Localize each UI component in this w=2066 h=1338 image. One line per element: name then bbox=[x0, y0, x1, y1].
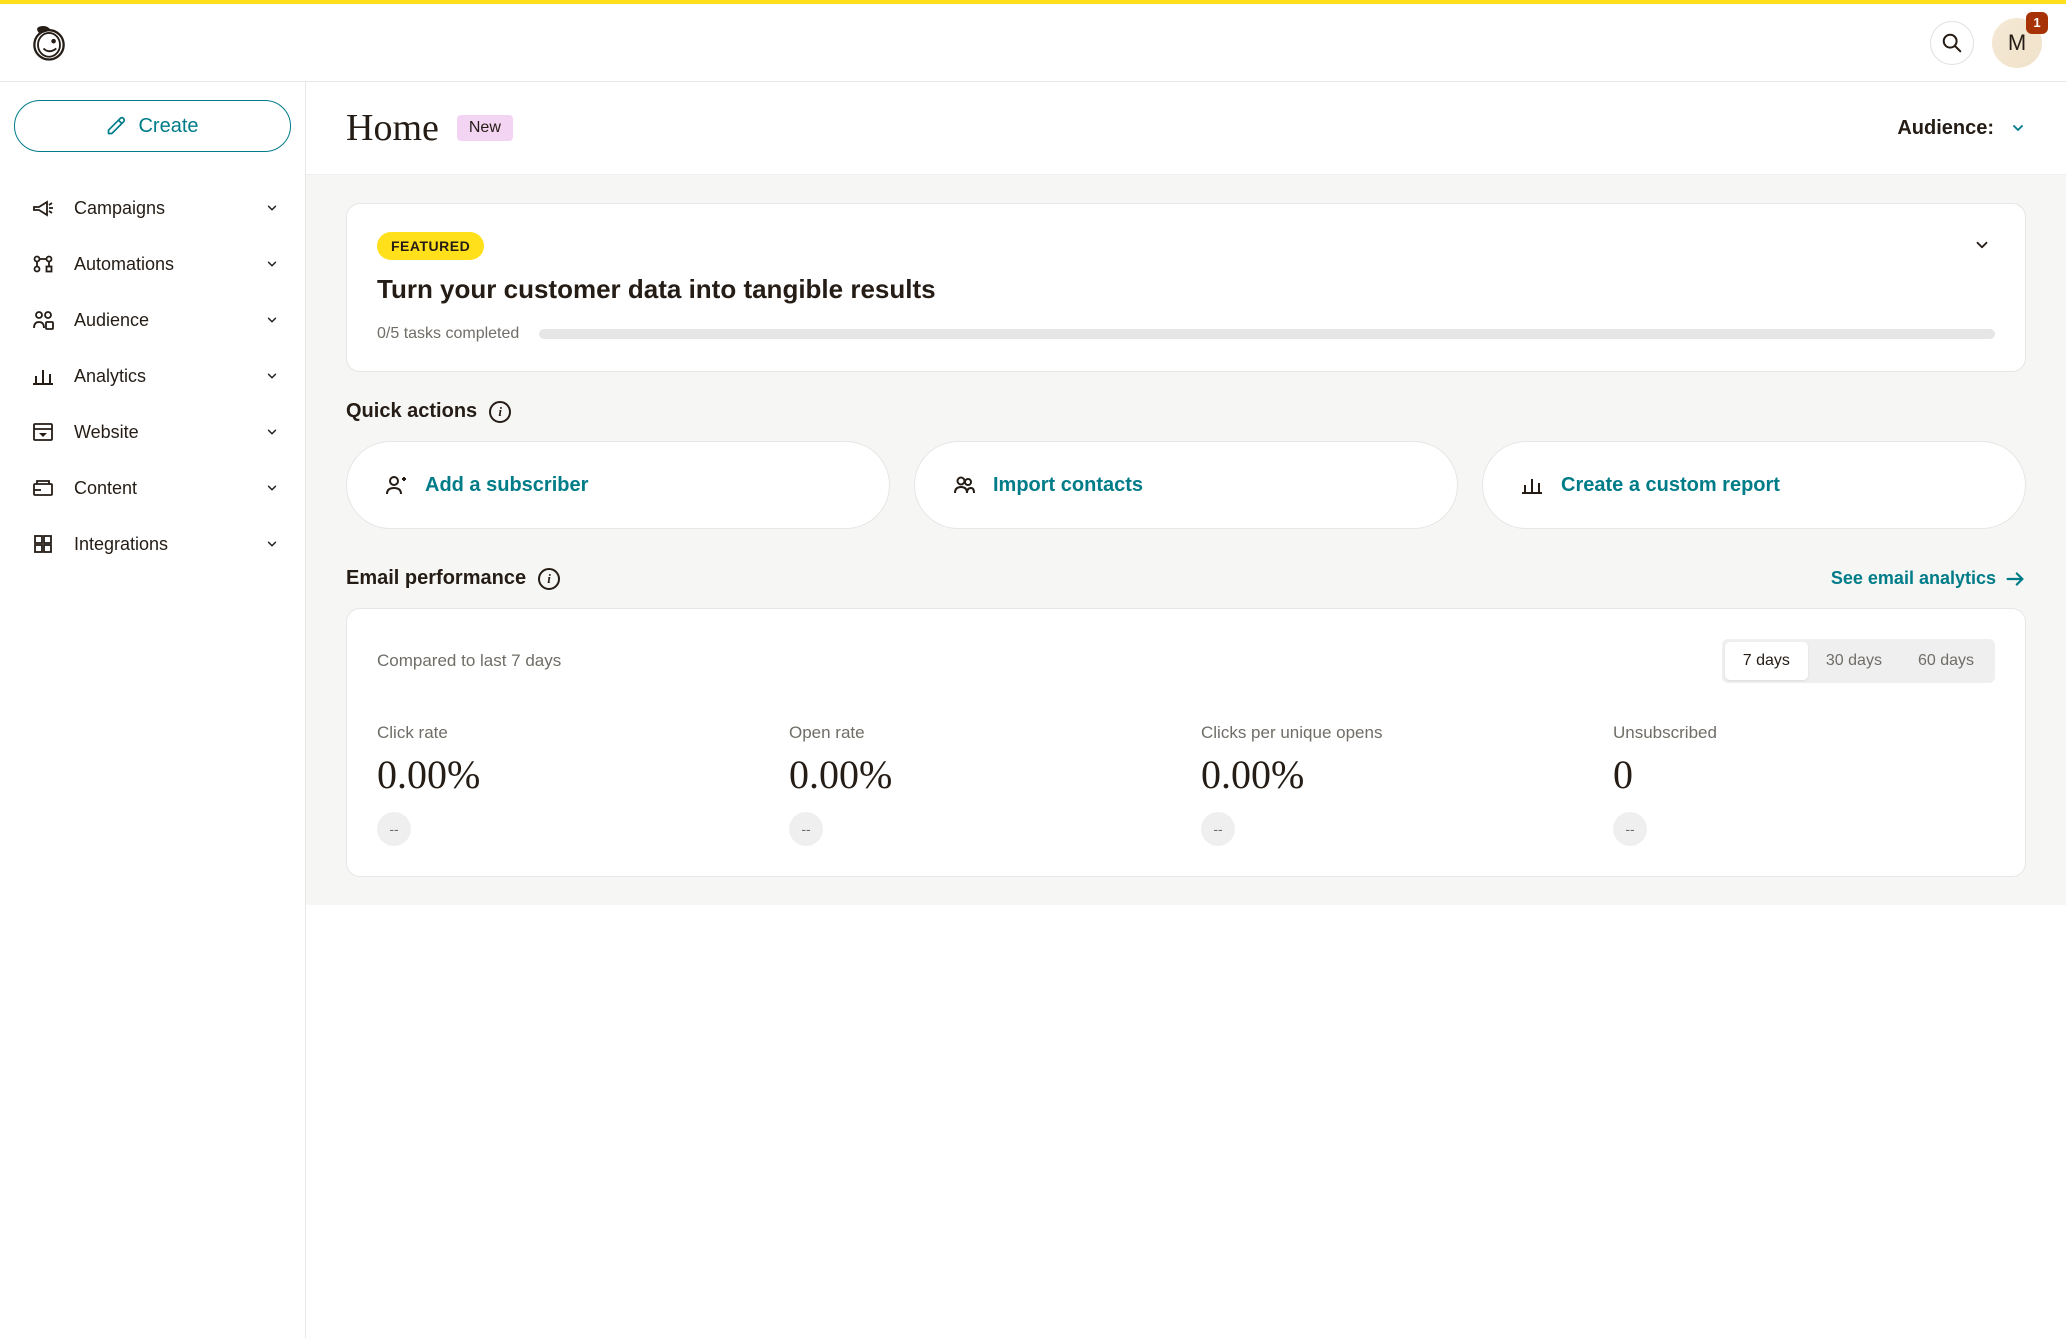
logo[interactable] bbox=[24, 18, 74, 68]
notification-badge: 1 bbox=[2026, 12, 2048, 34]
nav-list: Campaigns Automations Audience Analytics bbox=[14, 180, 291, 572]
content-icon bbox=[30, 475, 56, 501]
range-selector: 7 days 30 days 60 days bbox=[1722, 639, 1995, 683]
analytics-icon bbox=[30, 363, 56, 389]
nav-item-audience[interactable]: Audience bbox=[14, 292, 291, 348]
quick-actions-header: Quick actions i bbox=[346, 400, 2026, 423]
featured-progress-bar bbox=[539, 329, 1995, 339]
page-title: Home bbox=[346, 106, 439, 150]
metric-label: Clicks per unique opens bbox=[1201, 723, 1583, 743]
pencil-icon bbox=[106, 116, 126, 136]
featured-card: FEATURED Turn your customer data into ta… bbox=[346, 203, 2026, 372]
nav-label: Content bbox=[74, 478, 263, 499]
nav-label: Integrations bbox=[74, 534, 263, 555]
metric-value: 0.00% bbox=[789, 751, 1171, 798]
metric-value: 0.00% bbox=[1201, 751, 1583, 798]
report-icon bbox=[1519, 472, 1545, 498]
integrations-icon bbox=[30, 531, 56, 557]
search-button[interactable] bbox=[1930, 21, 1974, 65]
see-email-analytics-link[interactable]: See email analytics bbox=[1831, 568, 2026, 590]
account-menu[interactable]: M 1 bbox=[1992, 18, 2042, 68]
section-title: Quick actions bbox=[346, 400, 477, 423]
range-30-days[interactable]: 30 days bbox=[1808, 642, 1900, 680]
quick-action-add-subscriber[interactable]: Add a subscriber bbox=[346, 441, 890, 529]
email-performance-card: Compared to last 7 days 7 days 30 days 6… bbox=[346, 608, 2026, 877]
metric-open-rate: Open rate 0.00% -- bbox=[789, 723, 1171, 846]
arrow-right-icon bbox=[2004, 568, 2026, 590]
nav-item-campaigns[interactable]: Campaigns bbox=[14, 180, 291, 236]
info-icon[interactable]: i bbox=[489, 401, 511, 423]
nav-label: Campaigns bbox=[74, 198, 263, 219]
create-label: Create bbox=[138, 115, 198, 138]
search-icon bbox=[1941, 32, 1963, 54]
audience-icon bbox=[30, 307, 56, 333]
metric-change: -- bbox=[1201, 812, 1235, 846]
quick-action-create-report[interactable]: Create a custom report bbox=[1482, 441, 2026, 529]
chevron-down-icon bbox=[2010, 120, 2026, 136]
header-bar: M 1 bbox=[0, 4, 2066, 82]
website-icon bbox=[30, 419, 56, 445]
section-title: Email performance bbox=[346, 567, 526, 590]
chevron-down-icon bbox=[263, 199, 281, 217]
chevron-down-icon bbox=[263, 479, 281, 497]
mailchimp-logo-icon bbox=[27, 21, 71, 65]
compared-text: Compared to last 7 days bbox=[377, 651, 561, 671]
chevron-down-icon bbox=[263, 535, 281, 553]
nav-label: Website bbox=[74, 422, 263, 443]
featured-progress-text: 0/5 tasks completed bbox=[377, 325, 519, 343]
metric-click-rate: Click rate 0.00% -- bbox=[377, 723, 759, 846]
quick-actions-row: Add a subscriber Import contacts Create … bbox=[346, 441, 2026, 529]
metric-change: -- bbox=[789, 812, 823, 846]
main-header: Home New Audience: bbox=[306, 82, 2066, 175]
nav-label: Audience bbox=[74, 310, 263, 331]
metrics-row: Click rate 0.00% -- Open rate 0.00% -- C… bbox=[377, 723, 1995, 846]
info-icon[interactable]: i bbox=[538, 568, 560, 590]
quick-action-label: Create a custom report bbox=[1561, 473, 1780, 498]
nav-item-automations[interactable]: Automations bbox=[14, 236, 291, 292]
audience-label: Audience: bbox=[1897, 117, 1994, 140]
featured-title: Turn your customer data into tangible re… bbox=[377, 274, 936, 305]
create-button[interactable]: Create bbox=[14, 100, 291, 152]
featured-badge: FEATURED bbox=[377, 232, 484, 260]
chevron-down-icon bbox=[263, 311, 281, 329]
email-perf-header: Email performance i See email analytics bbox=[346, 567, 2026, 590]
metric-label: Unsubscribed bbox=[1613, 723, 1995, 743]
metric-value: 0.00% bbox=[377, 751, 759, 798]
quick-action-label: Add a subscriber bbox=[425, 473, 588, 498]
range-60-days[interactable]: 60 days bbox=[1900, 642, 1992, 680]
avatar-letter: M bbox=[2008, 30, 2026, 56]
automations-icon bbox=[30, 251, 56, 277]
audience-selector[interactable]: Audience: bbox=[1897, 117, 2026, 140]
chevron-down-icon bbox=[263, 255, 281, 273]
metric-unsubscribed: Unsubscribed 0 -- bbox=[1613, 723, 1995, 846]
metric-change: -- bbox=[1613, 812, 1647, 846]
link-label: See email analytics bbox=[1831, 568, 1996, 589]
featured-expand-toggle[interactable] bbox=[1969, 232, 1995, 258]
metric-label: Click rate bbox=[377, 723, 759, 743]
nav-item-analytics[interactable]: Analytics bbox=[14, 348, 291, 404]
add-user-icon bbox=[383, 472, 409, 498]
sidebar: Create Campaigns Automations Audience An… bbox=[0, 82, 306, 1338]
chevron-down-icon bbox=[263, 367, 281, 385]
nav-label: Automations bbox=[74, 254, 263, 275]
nav-item-content[interactable]: Content bbox=[14, 460, 291, 516]
new-badge: New bbox=[457, 115, 513, 141]
nav-item-website[interactable]: Website bbox=[14, 404, 291, 460]
chevron-down-icon bbox=[263, 423, 281, 441]
main-area: Home New Audience: FEATURED Turn your cu… bbox=[306, 82, 2066, 1338]
range-7-days[interactable]: 7 days bbox=[1725, 642, 1808, 680]
metric-label: Open rate bbox=[789, 723, 1171, 743]
metric-change: -- bbox=[377, 812, 411, 846]
megaphone-icon bbox=[30, 195, 56, 221]
nav-item-integrations[interactable]: Integrations bbox=[14, 516, 291, 572]
nav-label: Analytics bbox=[74, 366, 263, 387]
quick-action-label: Import contacts bbox=[993, 473, 1143, 498]
metric-value: 0 bbox=[1613, 751, 1995, 798]
metric-clicks-per-open: Clicks per unique opens 0.00% -- bbox=[1201, 723, 1583, 846]
contacts-icon bbox=[951, 472, 977, 498]
chevron-down-icon bbox=[1973, 236, 1991, 254]
quick-action-import-contacts[interactable]: Import contacts bbox=[914, 441, 1458, 529]
